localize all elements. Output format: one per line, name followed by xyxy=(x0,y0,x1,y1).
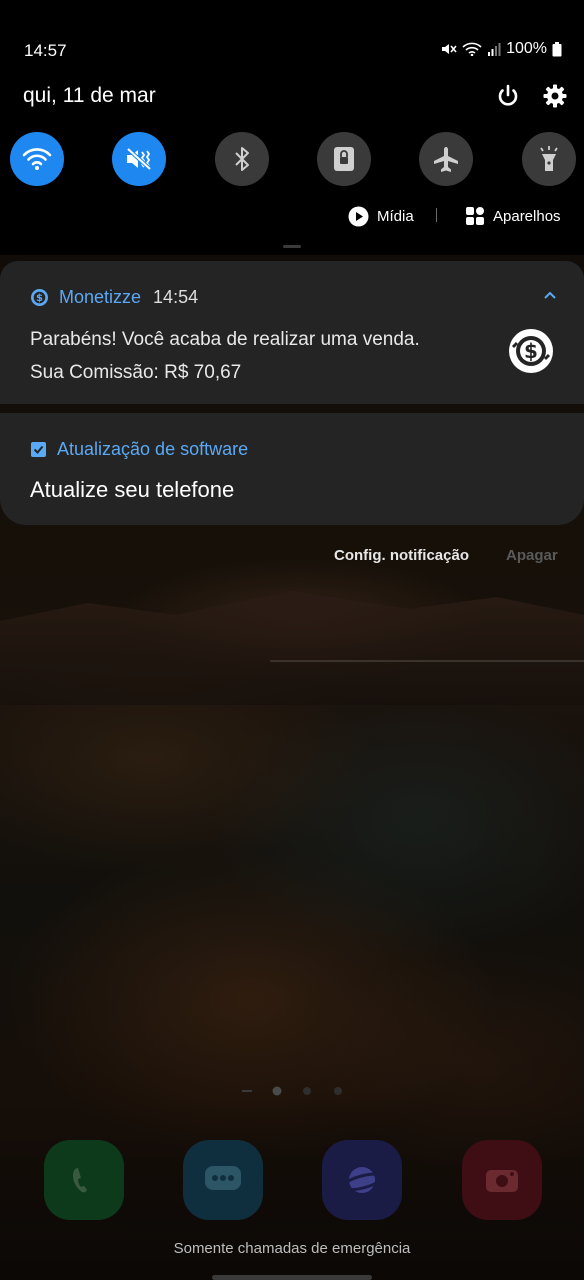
media-devices-row: Mídia Aparelhos xyxy=(0,203,584,229)
settings-button[interactable] xyxy=(542,83,568,109)
camera-icon xyxy=(486,1170,518,1192)
monetizze-logo-icon: $ xyxy=(507,327,555,375)
notification-app-name: Atualização de software xyxy=(57,439,249,459)
wallpaper-waterline xyxy=(270,660,584,662)
play-icon xyxy=(348,206,369,226)
battery-icon xyxy=(552,41,562,57)
lock-screen-icon xyxy=(334,147,354,171)
notification-settings-button[interactable]: Config. notificação xyxy=(334,547,469,569)
quick-settings-row xyxy=(0,132,584,188)
shade-drag-handle[interactable] xyxy=(283,245,301,248)
navigation-handle[interactable] xyxy=(212,1275,372,1280)
vibrate-mute-icon xyxy=(126,147,152,171)
notification-title: Atualize seu telefone xyxy=(30,477,235,502)
messages-app[interactable] xyxy=(183,1140,263,1220)
clear-button[interactable]: Apagar xyxy=(506,547,558,569)
monetizze-small-icon: $ xyxy=(31,289,48,306)
phone-icon xyxy=(73,1168,87,1193)
notification-app-name: Monetizze xyxy=(59,287,142,307)
signal-icon xyxy=(487,42,501,56)
phone-app[interactable] xyxy=(44,1140,124,1220)
svg-text:$: $ xyxy=(36,293,43,304)
wifi-icon xyxy=(22,148,52,170)
media-label: Mídia xyxy=(377,207,414,225)
devices-grid-icon xyxy=(466,207,484,225)
bluetooth-icon xyxy=(235,147,249,171)
notification-shade: 14:57 100% qui, 11 de mar Mídia Aparelho… xyxy=(0,0,584,255)
notification-header: Atualização de software xyxy=(30,439,248,460)
chevron-up-icon[interactable] xyxy=(541,289,559,303)
notification-card-monetizze[interactable]: $ Monetizze 14:54 Parabéns! Você acaba d… xyxy=(0,261,584,404)
battery-label: 100% xyxy=(506,40,547,57)
flashlight-icon xyxy=(540,146,558,171)
bluetooth-toggle[interactable] xyxy=(215,132,269,186)
notification-card-software-update[interactable]: Atualização de software Atualize seu tel… xyxy=(0,413,584,525)
notification-header: $ Monetizze 14:54 xyxy=(30,287,198,308)
mute-icon xyxy=(441,42,457,56)
power-button[interactable] xyxy=(494,82,522,110)
planet-icon xyxy=(341,1167,384,1193)
notification-text-line2: Sua Comissão: R$ 70,67 xyxy=(30,362,242,383)
status-time: 14:57 xyxy=(24,41,67,60)
camera-app[interactable] xyxy=(462,1140,542,1220)
airplane-mode-toggle[interactable] xyxy=(419,132,473,186)
message-icon xyxy=(205,1166,241,1190)
media-divider xyxy=(436,208,437,222)
status-bar: 14:57 100% xyxy=(0,36,584,66)
power-icon xyxy=(498,84,518,106)
wallpaper-hills xyxy=(0,591,584,705)
svg-text:$: $ xyxy=(524,339,538,363)
gear-icon xyxy=(543,84,567,108)
vibrate-toggle[interactable] xyxy=(112,132,166,186)
wifi-toggle[interactable] xyxy=(10,132,64,186)
devices-button[interactable]: Aparelhos xyxy=(465,203,561,229)
checkbox-icon xyxy=(31,442,46,457)
media-button[interactable]: Mídia xyxy=(348,203,414,229)
notification-time: 14:54 xyxy=(153,287,199,307)
page-indicator xyxy=(240,1084,350,1098)
date-row: qui, 11 de mar xyxy=(0,80,584,116)
screen-lock-toggle[interactable] xyxy=(317,132,371,186)
devices-label: Aparelhos xyxy=(493,207,561,225)
status-icons: 100% xyxy=(441,40,562,58)
airplane-icon xyxy=(434,147,458,172)
internet-app[interactable] xyxy=(322,1140,402,1220)
date-label: qui, 11 de mar xyxy=(23,84,156,107)
wifi-status-icon xyxy=(462,42,482,56)
notification-text-line1: Parabéns! Você acaba de realizar uma ven… xyxy=(30,329,420,350)
emergency-calls-label: Somente chamadas de emergência xyxy=(173,1240,411,1257)
flashlight-toggle[interactable] xyxy=(522,132,576,186)
